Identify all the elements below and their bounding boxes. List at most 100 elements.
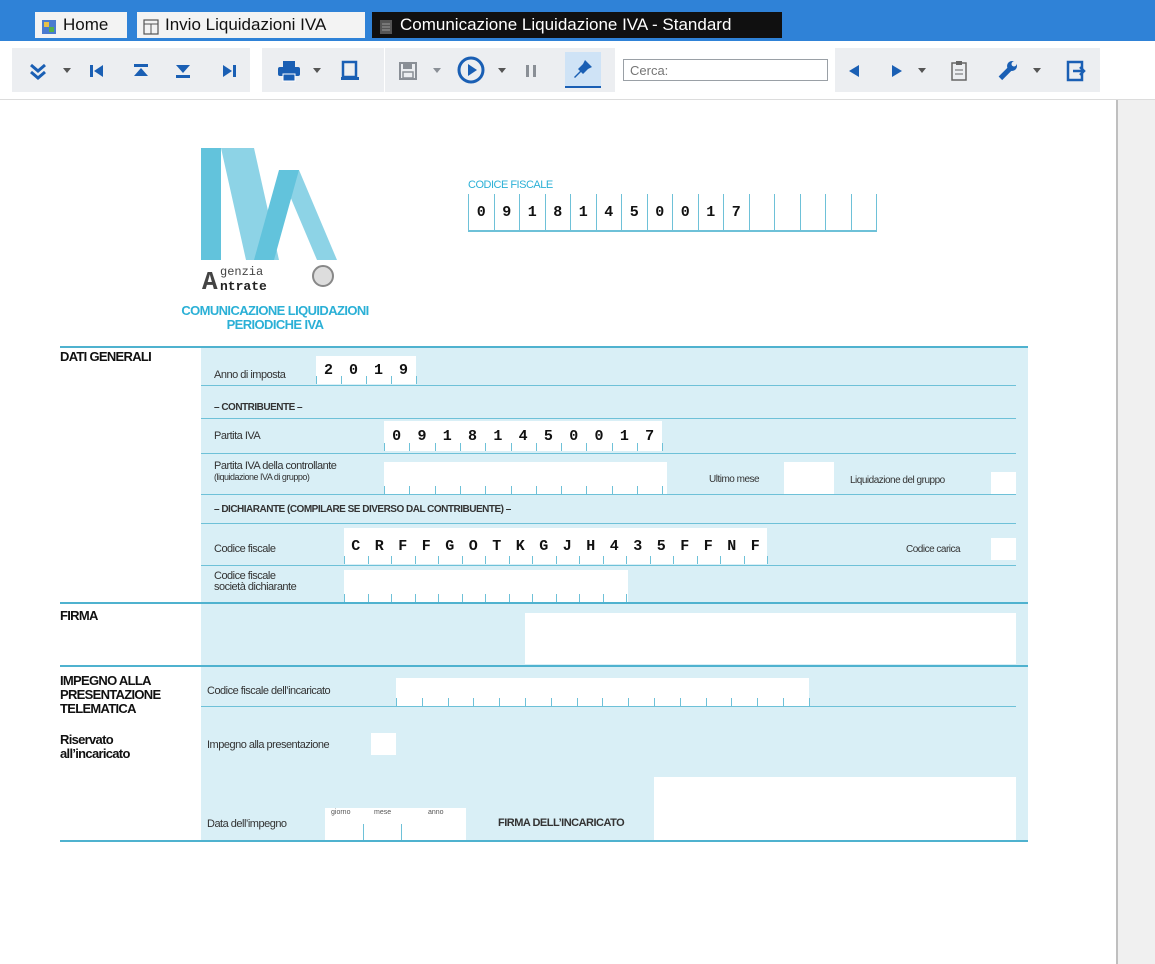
partita-controllante-label: Partita IVA della controllante (liquidaz… [214, 460, 337, 483]
comb-cell: 0 [569, 427, 579, 445]
comb-tick [485, 443, 487, 451]
comb-cell: H [586, 537, 596, 555]
comb-tick [535, 443, 537, 451]
firma-field[interactable] [525, 613, 1016, 664]
liquidazione-gruppo-field[interactable] [991, 472, 1016, 494]
partita-iva-field[interactable]: 09181450017 [384, 421, 663, 451]
comb-tick [409, 486, 411, 494]
comb-cell: 3 [633, 537, 643, 555]
comb-tick [720, 556, 721, 564]
iva-logo [199, 148, 339, 263]
comb-cell: G [445, 537, 455, 555]
comb-tick [510, 443, 512, 451]
comb-tick [602, 698, 604, 706]
impegno-heading-line2: PRESENTAZIONE [60, 687, 161, 702]
comb-cell: R [374, 537, 384, 555]
comb-tick [602, 556, 604, 564]
comb-cell: F [421, 537, 431, 555]
next-result-icon[interactable] [886, 56, 908, 86]
cf-societa-field[interactable] [344, 570, 628, 602]
comb-cell: 2 [323, 361, 333, 379]
chevron-down-icon[interactable] [432, 56, 442, 86]
comb-tick [510, 486, 512, 494]
pin-icon[interactable] [565, 52, 601, 88]
liquidazione-gruppo-label: Liquidazione del gruppo [850, 475, 945, 486]
vertical-scrollbar[interactable] [1116, 100, 1155, 964]
comb-tick [461, 594, 463, 602]
comb-cell: 0 [646, 194, 673, 230]
chevron-down-icon[interactable] [312, 56, 322, 86]
impegno-presentazione-label: Impegno alla presentazione [207, 739, 330, 751]
comb-tick [438, 556, 439, 564]
comb-tick [561, 443, 563, 451]
comb-tick [447, 698, 449, 706]
print-icon[interactable] [276, 56, 302, 86]
play-icon[interactable] [455, 55, 487, 85]
comb-cell: 4 [595, 194, 622, 230]
last-record-icon[interactable] [218, 56, 240, 86]
pause-icon[interactable] [520, 56, 542, 86]
save-icon[interactable] [396, 56, 420, 86]
partita-controllante-label-line1: Partita IVA della controllante [214, 460, 337, 472]
comb-tick [499, 698, 501, 706]
wrench-icon[interactable] [994, 56, 1020, 86]
mese-label: mese [374, 809, 392, 816]
comb-tick [662, 443, 664, 451]
comb-tick [416, 376, 417, 384]
comb-cell: 8 [544, 194, 571, 230]
comb-cell: T [492, 537, 502, 555]
clipboard-icon[interactable] [947, 56, 971, 86]
move-top-icon[interactable] [130, 56, 152, 86]
firma-incaricato-field[interactable] [654, 777, 1016, 840]
tab-invio-liquidazioni[interactable]: Invio Liquidazioni IVA [137, 12, 365, 38]
codice-carica-label: Codice carica [906, 544, 961, 555]
comb-tick [384, 443, 385, 451]
comb-cell: F [398, 537, 408, 555]
chevron-down-icon[interactable] [497, 56, 507, 86]
move-bottom-icon[interactable] [172, 56, 194, 86]
comb-tick [461, 556, 463, 564]
impegno-presentazione-checkbox[interactable] [371, 733, 396, 755]
previous-result-icon[interactable] [843, 56, 865, 86]
comb-tick [473, 698, 475, 706]
comb-cell: 0 [348, 361, 358, 379]
tab-home[interactable]: Home [35, 12, 127, 38]
search-input[interactable] [623, 59, 828, 81]
chevron-down-icon[interactable] [917, 56, 927, 86]
ultimo-mese-field[interactable] [784, 462, 834, 494]
firma-heading: FIRMA [60, 608, 98, 623]
exit-icon[interactable] [1064, 56, 1088, 86]
comb-tick [485, 556, 486, 564]
codice-fiscale-field[interactable]: 09181450017 [468, 194, 877, 232]
tab-comunicazione-label: Comunicazione Liquidazione IVA - Standar… [400, 15, 732, 34]
comb-cell: F [680, 537, 690, 555]
riservato-heading: Riservato all’incaricato [60, 733, 130, 761]
first-record-icon[interactable] [86, 56, 108, 86]
comb-cell: 4 [609, 537, 619, 555]
impegno-heading-line1: IMPEGNO ALLA [60, 673, 152, 688]
preview-icon[interactable] [338, 56, 362, 86]
data-impegno-field[interactable]: giorno mese anno [325, 808, 466, 840]
chevron-down-icon[interactable] [62, 56, 72, 86]
comb-tick [485, 486, 487, 494]
impegno-heading-line3: TELEMATICA [60, 701, 137, 716]
comb-tick [344, 594, 345, 602]
codice-carica-field[interactable] [991, 538, 1016, 560]
comb-tick [555, 556, 557, 564]
comb-cell [799, 194, 826, 230]
comb-tick [459, 486, 461, 494]
form-title: COMUNICAZIONE LIQUIDAZIONI PERIODICHE IV… [150, 304, 400, 332]
expand-icon[interactable] [27, 56, 49, 86]
comb-tick [532, 556, 533, 564]
anno-label-small: anno [428, 809, 444, 816]
tab-comunicazione[interactable]: Comunicazione Liquidazione IVA - Standar… [372, 12, 782, 38]
comb-tick [555, 594, 557, 602]
dati-generali-heading: DATI GENERALI [60, 349, 152, 364]
partita-controllante-field[interactable] [384, 462, 667, 494]
chevron-down-icon[interactable] [1032, 56, 1042, 86]
comb-cell: 4 [518, 427, 528, 445]
comb-cell: 5 [656, 537, 666, 555]
comb-tick [602, 594, 604, 602]
list-icon [143, 17, 159, 35]
comb-tick [654, 698, 655, 706]
